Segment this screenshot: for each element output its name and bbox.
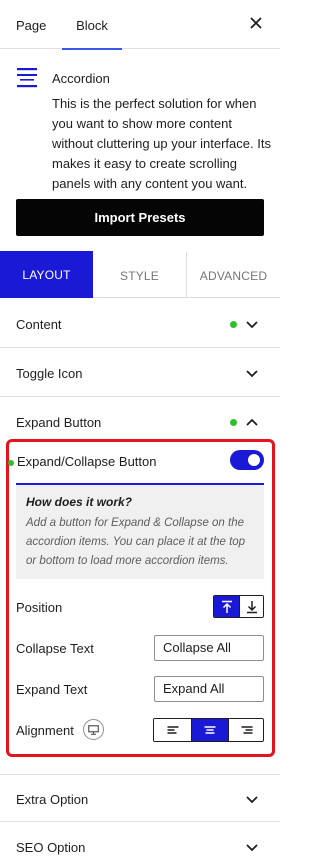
panel-seo-option[interactable]: SEO Option bbox=[0, 822, 280, 863]
position-top-button[interactable] bbox=[214, 596, 239, 617]
collapse-text-label: Collapse Text bbox=[16, 641, 94, 656]
panel-seo-option-label: SEO Option bbox=[16, 840, 86, 855]
panel-toggle-icon-label: Toggle Icon bbox=[16, 366, 83, 381]
alignment-button-group bbox=[153, 718, 264, 742]
position-bottom-button[interactable] bbox=[239, 596, 263, 617]
tab-page[interactable]: Page bbox=[16, 0, 46, 49]
chevron-down-icon bbox=[246, 370, 258, 378]
tab-style[interactable]: STYLE bbox=[93, 252, 187, 298]
panel-content[interactable]: Content bbox=[0, 299, 280, 348]
chevron-down-icon bbox=[246, 796, 258, 804]
toggle-knob bbox=[248, 454, 260, 466]
align-left-icon bbox=[167, 726, 178, 734]
align-left-button[interactable] bbox=[154, 719, 191, 741]
chevron-down-icon bbox=[246, 321, 258, 329]
align-right-icon bbox=[241, 726, 253, 734]
expand-collapse-toggle[interactable] bbox=[230, 450, 264, 470]
info-box: How does it work? Add a button for Expan… bbox=[16, 483, 264, 579]
alignment-label: Alignment bbox=[16, 723, 74, 738]
panel-extra-option[interactable]: Extra Option bbox=[0, 774, 280, 822]
expand-text-input[interactable]: Expand All bbox=[154, 676, 264, 702]
tab-advanced[interactable]: ADVANCED bbox=[187, 252, 280, 298]
info-title: How does it work? bbox=[26, 495, 133, 509]
align-right-button[interactable] bbox=[228, 719, 263, 741]
tab-block[interactable]: Block bbox=[62, 0, 122, 50]
align-center-icon bbox=[204, 726, 216, 734]
panel-content-label: Content bbox=[16, 317, 62, 332]
position-label: Position bbox=[16, 600, 63, 615]
sidebar-tabs: Page Block bbox=[0, 0, 280, 50]
status-dot bbox=[230, 419, 237, 426]
settings-tabs: LAYOUT STYLE ADVANCED bbox=[0, 251, 280, 298]
close-icon[interactable] bbox=[248, 15, 264, 31]
block-description: This is the perfect solution for when yo… bbox=[52, 96, 271, 191]
arrow-down-to-line-icon bbox=[247, 600, 257, 613]
arrow-up-to-line-icon bbox=[221, 600, 232, 613]
collapse-text-input[interactable]: Collapse All bbox=[154, 635, 264, 661]
tab-layout[interactable]: LAYOUT bbox=[0, 251, 93, 298]
status-dot bbox=[230, 321, 237, 328]
monitor-glyph bbox=[88, 725, 99, 735]
panel-extra-option-label: Extra Option bbox=[16, 792, 89, 807]
panel-toggle-icon[interactable]: Toggle Icon bbox=[0, 348, 280, 397]
accordion-icon bbox=[17, 68, 37, 88]
block-title: Accordion bbox=[52, 71, 110, 86]
status-dot bbox=[8, 460, 14, 466]
panel-expand-button[interactable]: Expand Button bbox=[0, 397, 280, 439]
import-presets-button[interactable]: Import Presets bbox=[16, 199, 264, 236]
desktop-icon[interactable] bbox=[83, 719, 104, 740]
position-button-group bbox=[213, 595, 264, 618]
panel-expand-button-label: Expand Button bbox=[16, 415, 102, 430]
expand-collapse-label: Expand/Collapse Button bbox=[17, 454, 157, 469]
chevron-down-icon bbox=[246, 844, 258, 852]
chevron-up-icon bbox=[246, 418, 258, 426]
expand-text-label: Expand Text bbox=[16, 682, 88, 697]
info-text: Add a button for Expand & Collapse on th… bbox=[26, 517, 246, 567]
align-center-button[interactable] bbox=[191, 719, 228, 741]
